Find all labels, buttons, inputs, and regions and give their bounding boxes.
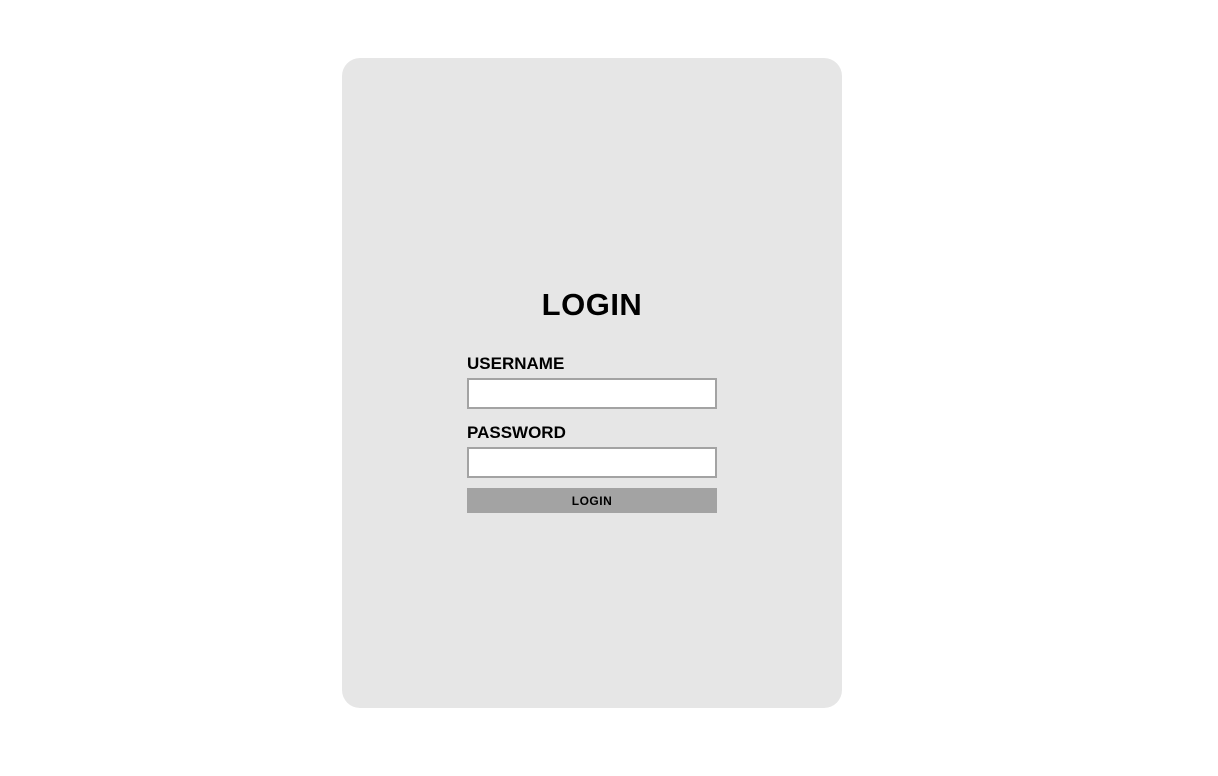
login-title: LOGIN	[541, 287, 643, 322]
password-label: PASSWORD	[467, 423, 566, 442]
username-input[interactable]	[467, 378, 717, 409]
username-label: USERNAME	[467, 354, 565, 373]
login-button[interactable]: LOGIN	[467, 488, 717, 513]
login-card: LOGIN USERNAME PASSWORD LOGIN	[342, 58, 842, 708]
login-form: LOGIN USERNAME PASSWORD LOGIN	[467, 286, 717, 513]
password-input[interactable]	[467, 447, 717, 478]
